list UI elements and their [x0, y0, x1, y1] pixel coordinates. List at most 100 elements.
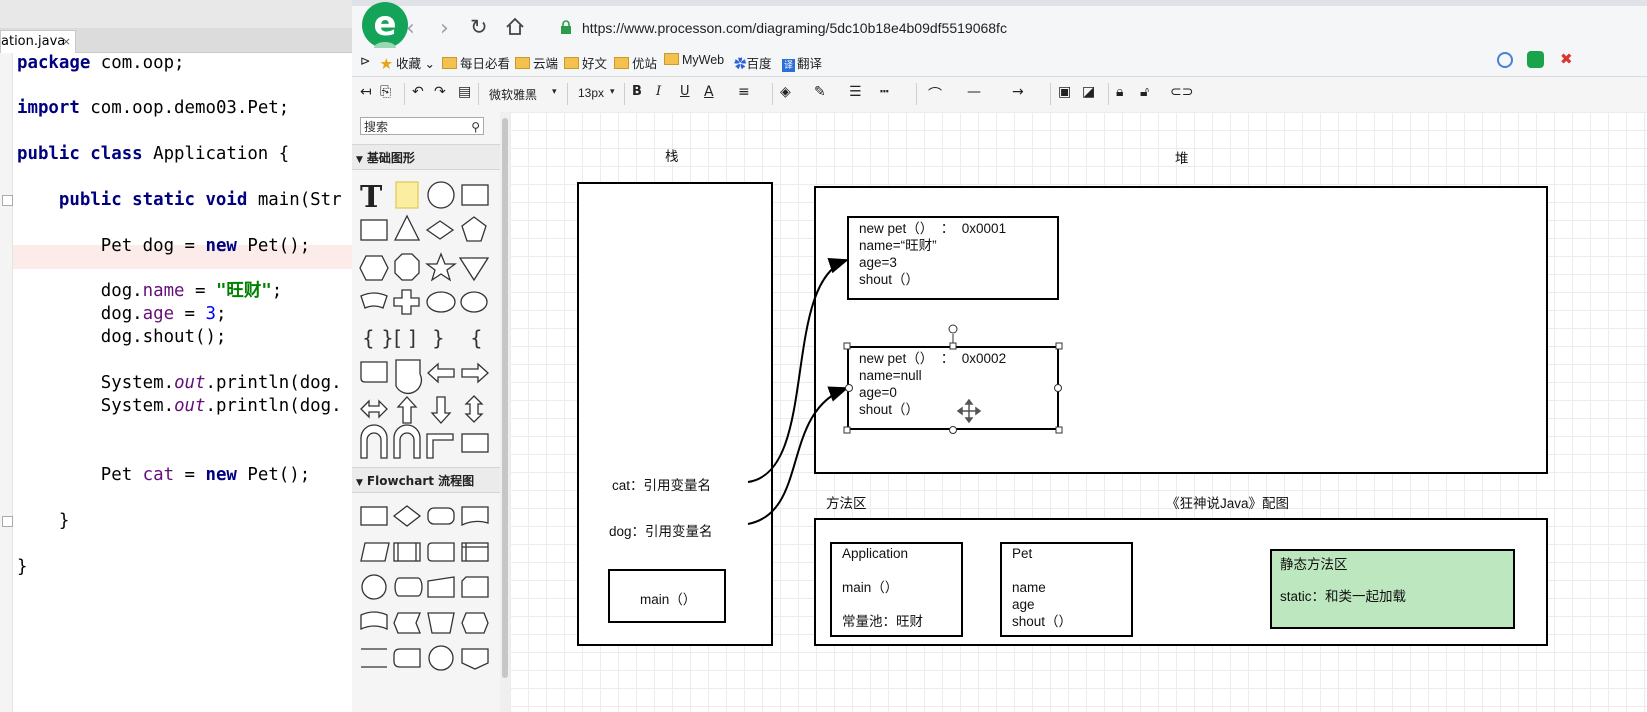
line-style-icon[interactable]: ┅: [880, 84, 888, 100]
lock-icon[interactable]: 🔒︎: [1116, 84, 1123, 100]
code-line[interactable]: Pet dog = new Pet();: [17, 235, 310, 257]
lock-icon: [561, 20, 571, 34]
code-token: }: [17, 511, 70, 531]
extension-icon[interactable]: [1527, 51, 1544, 68]
folder-icon: [614, 57, 629, 69]
code-line[interactable]: import com.oop.demo03.Pet;: [17, 97, 289, 119]
font-size-select[interactable]: 13px: [578, 86, 604, 100]
back-arrow-icon[interactable]: ↤: [360, 84, 372, 100]
code-line[interactable]: Pet cat = new Pet();: [17, 464, 310, 486]
translate-icon: 译: [782, 59, 795, 72]
fold-icon[interactable]: [2, 195, 13, 206]
connector-type-icon[interactable]: ⌒: [928, 84, 942, 104]
code-token: =: [174, 304, 206, 324]
dog-pointer-arrow[interactable]: [747, 386, 849, 525]
reload-icon[interactable]: ↻: [470, 15, 488, 39]
bookmark-label: 翻译: [797, 57, 823, 71]
code-line[interactable]: dog.age = 3;: [17, 303, 227, 325]
home-icon[interactable]: [505, 17, 525, 36]
svg-text:T: T: [360, 180, 383, 215]
section-basic-shapes[interactable]: ▼ 基础图形: [352, 144, 500, 170]
chevron-down-icon[interactable]: ▾: [610, 86, 615, 97]
code-line[interactable]: System.out.println(dog.: [17, 395, 342, 417]
editor-gutter: [0, 53, 13, 712]
line-start-icon[interactable]: —: [967, 84, 981, 100]
bring-front-icon[interactable]: ▣: [1058, 84, 1071, 100]
code-token: System.: [17, 396, 175, 416]
bold-button[interactable]: B: [632, 84, 642, 99]
unlock-icon[interactable]: 🔓︎: [1140, 84, 1149, 100]
processon-logo: e: [362, 2, 408, 54]
code-token: .println(dog.: [205, 373, 342, 393]
chevron-down-icon[interactable]: ▾: [552, 86, 557, 97]
selection-handles: [843, 324, 1063, 434]
extension-icon[interactable]: ✖: [1560, 50, 1573, 68]
flowchart-shapes-grid[interactable]: [352, 497, 500, 712]
bookmark-myweb[interactable]: MyWeb: [664, 53, 724, 67]
shape-search-input[interactable]: 搜索 ⚲: [360, 117, 484, 135]
code-token: Application {: [142, 144, 290, 164]
bookmark-favorites[interactable]: ★ 收藏 ⌄: [380, 53, 435, 72]
code-line[interactable]: dog.shout();: [17, 326, 227, 348]
code-token: public class: [17, 144, 143, 164]
url-text[interactable]: https://www.processon.com/diagraming/5dc…: [582, 20, 1007, 36]
fold-icon[interactable]: [2, 516, 13, 527]
code-token: new: [205, 236, 237, 256]
editor-tab[interactable]: ation.java ×: [0, 30, 76, 53]
search-icon[interactable]: ⚲: [471, 118, 480, 136]
code-token: dog.shout();: [17, 327, 227, 347]
svg-text:{ }: { }: [362, 326, 394, 350]
format-painter-icon[interactable]: ⎘: [380, 84, 391, 100]
undo-icon[interactable]: ↶: [412, 84, 424, 100]
send-back-icon[interactable]: ◪: [1082, 84, 1095, 100]
redo-icon[interactable]: ↷: [434, 84, 446, 100]
sidebar-toggle-icon[interactable]: ⊳: [360, 53, 370, 68]
code-token: Pet();: [236, 236, 311, 256]
code-token: package: [17, 53, 91, 73]
font-family-select[interactable]: 微软雅黑: [489, 86, 537, 103]
code-line[interactable]: public class Application {: [17, 143, 289, 165]
font-color-button[interactable]: A: [704, 84, 714, 100]
bookmark-cloud[interactable]: 云端: [515, 53, 558, 72]
code-token: out: [174, 373, 206, 393]
line-width-icon[interactable]: ☰: [849, 84, 862, 100]
code-line[interactable]: dog.name = "旺财";: [17, 280, 282, 302]
extension-icon[interactable]: [1497, 52, 1513, 68]
cat-pointer-arrow[interactable]: [747, 258, 849, 483]
link-icon[interactable]: ⊂⊃: [1170, 84, 1193, 100]
diagram-canvas[interactable]: 栈 堆 cat：引用变量名 dog：引用变量名 main（） new pet（）…: [510, 112, 1647, 712]
code-line[interactable]: }: [17, 510, 69, 532]
close-icon[interactable]: ×: [62, 31, 71, 53]
code-line[interactable]: package com.oop;: [17, 52, 185, 74]
section-flowchart[interactable]: ▼ Flowchart 流程图: [352, 467, 500, 493]
bookmark-sites[interactable]: 优站: [614, 53, 657, 72]
basic-shapes-grid[interactable]: T { } [ ] } {: [352, 172, 500, 462]
bookmark-baidu[interactable]: ✿百度: [734, 53, 772, 72]
line-color-icon[interactable]: ✎: [814, 84, 826, 100]
forward-icon[interactable]: ›: [440, 16, 449, 41]
bookmark-label: 每日必看: [460, 57, 511, 71]
code-token: Pet: [17, 465, 143, 485]
bookmark-daily[interactable]: 每日必看: [442, 53, 510, 72]
code-line[interactable]: }: [17, 556, 27, 578]
editor-tab-label: ation.java: [1, 34, 66, 49]
code-token: dog.: [17, 304, 143, 324]
folder-icon: [564, 57, 579, 69]
section-label: Flowchart 流程图: [366, 474, 475, 488]
paint-brush-icon[interactable]: ▤: [458, 84, 471, 100]
bookmark-articles[interactable]: 好文: [564, 53, 607, 72]
underline-button[interactable]: U: [680, 84, 690, 99]
section-label: 基础图形: [366, 151, 415, 165]
editor-toolbar: ↤ ⎘ ↶ ↷ ▤ 微软雅黑 ▾ 13px ▾ B I U A ≡ ◈ ✎ ☰ …: [352, 77, 1647, 113]
italic-button[interactable]: I: [656, 84, 661, 99]
line-end-icon[interactable]: →: [1012, 84, 1024, 100]
back-icon[interactable]: ‹: [406, 16, 415, 41]
code-token: main(Str: [247, 190, 342, 210]
fill-color-icon[interactable]: ◈: [780, 84, 791, 100]
code-line[interactable]: public static void main(Str: [17, 189, 342, 211]
align-icon[interactable]: ≡: [738, 84, 750, 100]
bookmark-translate[interactable]: 译翻译: [782, 53, 822, 72]
code-line[interactable]: System.out.println(dog.: [17, 372, 342, 394]
bookmark-label: 优站: [632, 57, 658, 71]
bookmark-label: 收藏: [396, 57, 422, 71]
